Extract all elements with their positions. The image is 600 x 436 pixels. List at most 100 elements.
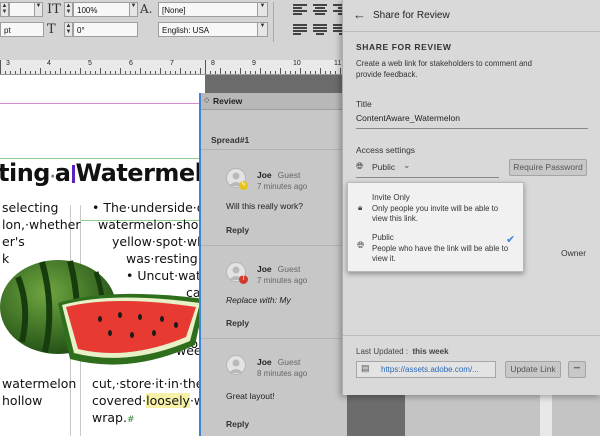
justify-center-icon[interactable]	[313, 24, 327, 36]
body-text-line[interactable]: watermelon	[2, 376, 76, 391]
ruler-tick	[15, 71, 16, 74]
ruler-number: 10	[293, 60, 301, 67]
panel-collapse-icon[interactable]: ◇	[204, 96, 209, 104]
review-panel-tab[interactable]: ◇ Review	[201, 93, 345, 110]
back-arrow-icon[interactable]: ←	[353, 7, 366, 22]
reply-button[interactable]: Reply	[226, 318, 249, 328]
text-cursor	[71, 165, 75, 183]
highlighted-word: loosely	[146, 393, 190, 408]
access-settings-label: Access settings	[356, 145, 416, 155]
link-field[interactable]: ▤ https://assets.adobe.com/...	[356, 361, 496, 378]
align-center-icon[interactable]	[313, 4, 327, 16]
watermelon-image[interactable]	[0, 247, 205, 377]
vertical-scale-field[interactable]: 100%	[73, 2, 130, 17]
ruler-tick	[40, 68, 41, 74]
ruler-tick	[35, 71, 36, 74]
ruler-tick	[60, 68, 61, 74]
access-select[interactable]: 🌐︎ Public ⌄	[356, 160, 499, 178]
body-text-line[interactable]: selecting	[2, 200, 58, 215]
leading-field[interactable]: pt	[0, 22, 44, 37]
ruler-tick	[125, 71, 126, 74]
ruler-tick	[115, 71, 116, 74]
body-text-line[interactable]: hollow	[2, 393, 42, 408]
option-description: People who have the link will be able to…	[372, 244, 509, 263]
update-link-button[interactable]: Update Link	[505, 361, 561, 378]
ruler-number: 9	[252, 60, 256, 67]
ruler-tick	[155, 71, 156, 74]
tracking-stepper[interactable]: ▲ ▼	[64, 2, 73, 17]
more-options-button[interactable]: •••	[568, 361, 586, 378]
ruler-tick	[20, 68, 21, 74]
vertical-scale-icon: IT	[47, 2, 61, 17]
option-title: Invite Only	[372, 193, 410, 202]
ruler-number: 8	[211, 60, 215, 67]
character-style-dropdown[interactable]: ▼	[257, 2, 268, 17]
ruler-tick	[120, 68, 121, 74]
ruler-tick	[170, 71, 171, 74]
ruler-tick	[280, 68, 281, 74]
ruler-number: 3	[6, 60, 10, 67]
lock-icon: 🔒︎	[358, 203, 363, 212]
review-panel: ◇ Review Spread#1 ✎ Joe Guest 7 minutes a…	[199, 93, 347, 436]
dropdown-option-invite-only[interactable]: 🔒︎ Invite Only Only people you invite wi…	[348, 183, 523, 226]
clipboard-icon[interactable]: ▤	[361, 363, 370, 374]
ruler-tick	[265, 71, 266, 74]
ruler-tick	[80, 68, 81, 74]
avatar	[226, 355, 246, 375]
ruler-tick	[105, 71, 106, 74]
size-stepper[interactable]: ▲ ▼	[0, 2, 9, 17]
title-input[interactable]: ContentAware_Watermelon	[356, 113, 588, 129]
link-url[interactable]: https://assets.adobe.com/...	[381, 365, 479, 374]
ruler-tick	[140, 68, 141, 74]
ruler-tick	[205, 60, 206, 74]
body-text-line[interactable]: lon,·whether	[2, 217, 80, 232]
comment-time: 8 minutes ago	[257, 369, 308, 378]
ruler-tick	[25, 71, 26, 74]
ruler-tick	[260, 68, 261, 74]
justify-left-icon[interactable]	[293, 24, 307, 36]
ruler-tick	[5, 71, 6, 74]
ruler-tick	[135, 71, 136, 74]
language-select[interactable]: English: USA	[158, 22, 258, 37]
dropdown-option-public[interactable]: 🌐︎ Public People who have the link will …	[348, 226, 523, 271]
align-left-icon[interactable]	[293, 4, 307, 16]
ruler-tick	[200, 68, 201, 74]
skew-icon: T	[47, 22, 56, 37]
body-text-line[interactable]: wrap.#	[92, 410, 134, 425]
ruler-tick	[75, 71, 76, 74]
language-dropdown[interactable]: ▼	[257, 22, 268, 37]
reply-button[interactable]: Reply	[226, 225, 249, 235]
spread-label: Spread#1	[211, 135, 250, 145]
ruler-tick	[305, 71, 306, 74]
skew-stepper[interactable]: ▲ ▼	[64, 22, 73, 37]
character-style-select[interactable]: [None]	[158, 2, 258, 17]
section-title: SHARE FOR REVIEW	[356, 42, 452, 52]
ruler-tick	[55, 71, 56, 74]
ruler-tick	[325, 71, 326, 74]
ruler-tick	[250, 71, 251, 74]
ruler-tick	[245, 71, 246, 74]
require-password-button[interactable]: Require Password	[509, 159, 587, 176]
ruler-tick	[225, 71, 226, 74]
skew-field[interactable]: 0°	[73, 22, 138, 37]
option-description: Only people you invite will be able to v…	[372, 204, 499, 223]
globe-icon: 🌐︎	[357, 240, 365, 250]
comment-author: Joe Guest	[257, 357, 301, 367]
pencil-icon: ✎	[239, 181, 248, 190]
ruler-tick	[230, 71, 231, 74]
ruler-tick	[65, 71, 66, 74]
ruler-number: 6	[129, 60, 133, 67]
comment-text: Great layout!	[226, 391, 275, 401]
last-updated: Last Updated : this week	[356, 347, 449, 356]
ruler-tick	[310, 71, 311, 74]
comment-time: 7 minutes ago	[257, 276, 308, 285]
ruler-tick	[285, 71, 286, 74]
size-dropdown[interactable]: ▼	[34, 2, 43, 17]
size-field-top[interactable]	[9, 2, 35, 17]
reply-button[interactable]: Reply	[226, 419, 249, 429]
owner-label: Owner	[561, 248, 587, 258]
document-page[interactable]: ting·a Watermelon selecting lon,·whether …	[0, 75, 235, 436]
ruler-tick	[110, 71, 111, 74]
vertical-scale-dropdown[interactable]: ▼	[129, 2, 138, 17]
ruler-tick	[195, 71, 196, 74]
